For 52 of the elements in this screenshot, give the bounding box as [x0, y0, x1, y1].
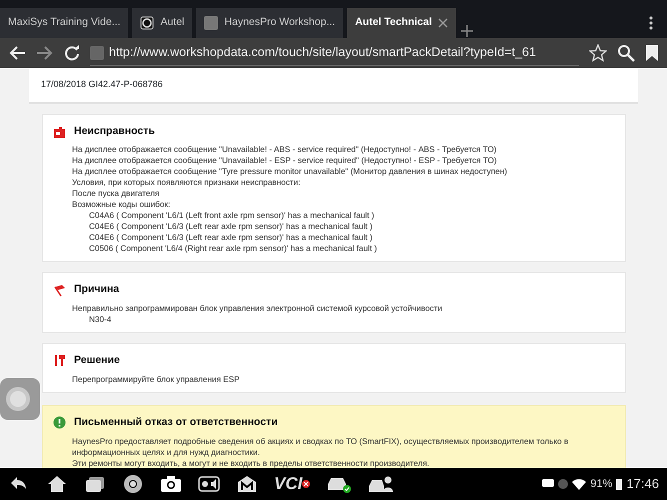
forward-icon[interactable] — [36, 45, 54, 61]
text-line: На дисплее отображается сообщение "Unavailable! - ESP - service required" (Недоступно! - ESP - Требуется ТО) — [72, 155, 498, 166]
menu-icon[interactable] — [649, 16, 653, 30]
text-line: C04E6 ( Component 'L6/3 (Left rear axle rpm sensor)' has a mechanical fault ) — [89, 232, 374, 244]
search-icon[interactable] — [617, 44, 635, 62]
section-title: Причина — [74, 282, 120, 298]
text-line: C04A6 ( Component 'L6/1 (Left front axle rpm sensor)' has a mechanical fault ) — [89, 210, 376, 222]
recent-apps-icon[interactable] — [84, 474, 106, 494]
browser-tab[interactable]: Autel Technical — [347, 8, 456, 38]
vci-button[interactable]: VCI — [274, 471, 310, 497]
wifi-icon — [572, 478, 586, 490]
browser-icon[interactable] — [122, 474, 144, 494]
garage-icon[interactable] — [236, 474, 258, 494]
home-icon[interactable] — [46, 474, 68, 494]
camera-icon[interactable] — [160, 474, 182, 494]
battery-icon — [616, 478, 622, 490]
text-line: C04E6 ( Component 'L6/3 (Left rear axle rpm sensor)' has a mechanical fault ) — [89, 221, 374, 232]
back-icon[interactable] — [8, 45, 26, 61]
page-icon — [204, 16, 218, 30]
battery-percentage: 91% — [590, 476, 612, 492]
text-line: На дисплее отображается сообщение "Tyre pressure monitor unavailable" (Монитор давления в шинах недоступен) — [72, 166, 508, 178]
text-line: После пуска двигателя — [72, 188, 160, 200]
text-line: HaynesPro предоставляет подробные сведения об акциях и сводках по ТО (SmartFIX), осуществляемых производителем только в информационных целях и для нужд диагностики. — [72, 436, 570, 458]
text-line: C0506 ( Component 'L6/4 (Right rear axle rpm sensor)' has a mechanical fault ) — [89, 243, 378, 254]
browser-tab[interactable]: MaxiSys Training Vide... — [0, 8, 128, 38]
error-icon — [302, 480, 310, 488]
text-line: N30-4 — [89, 314, 112, 325]
text-line: Условия, при которых появляются признаки неисправности: — [72, 177, 302, 188]
section-title: Неисправность — [74, 124, 155, 138]
fault-icon — [53, 124, 66, 138]
bookmark-icon[interactable] — [645, 44, 659, 62]
text-line: Неправильно запрограммирован блок управления электронной системой курсовой устойчивости — [72, 303, 444, 314]
exclamation-icon — [53, 416, 66, 430]
browser-tab[interactable]: HaynesPro Workshop... — [196, 8, 344, 38]
browser-tab[interactable]: Autel — [132, 8, 192, 38]
tools-icon — [53, 354, 66, 368]
close-icon[interactable] — [438, 18, 448, 28]
reload-icon[interactable] — [64, 45, 80, 61]
star-icon[interactable] — [589, 44, 607, 62]
page-icon — [90, 46, 104, 60]
text-line: Эти ремонты могут входить, а могут и не входить в пределы ответственности производителя. — [72, 458, 430, 468]
text-line: На дисплее отображается сообщение "Unavailable! - ABS - service required" (Недоступно! - ABS - Требуется ТО) — [72, 144, 498, 156]
new-tab-icon[interactable] — [460, 24, 474, 38]
brightness-volume-icon[interactable] — [198, 474, 220, 494]
section-title: Решение — [74, 353, 120, 368]
car-person-icon[interactable] — [368, 474, 394, 494]
clock: 17:46 — [626, 475, 659, 494]
section-title: Письменный отказ от ответственности — [74, 414, 278, 430]
document-header: 17/08/2018 GI42.47-P-068786 — [29, 68, 638, 104]
text-line: Возможные коды ошибок: — [72, 199, 172, 210]
flag-icon — [53, 284, 66, 297]
text-line: Перепрограммируйте блок управления ESP — [72, 374, 241, 385]
